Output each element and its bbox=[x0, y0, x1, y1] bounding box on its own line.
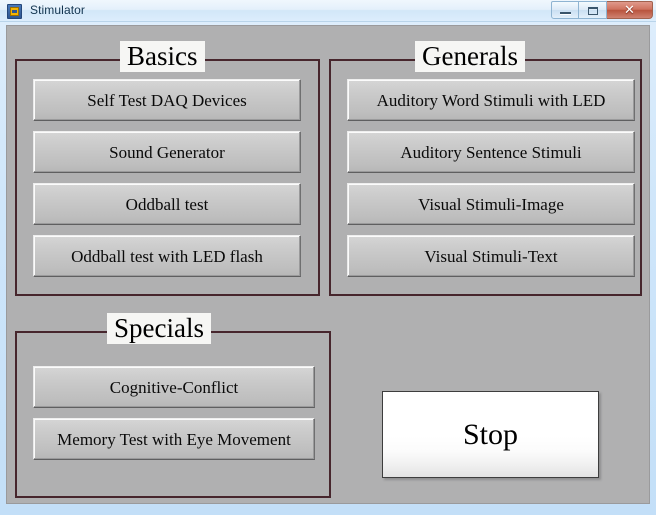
button-label: Memory Test with Eye Movement bbox=[57, 430, 291, 449]
button-oddball-test[interactable]: Oddball test bbox=[33, 183, 301, 225]
button-auditory-sentence-stimuli[interactable]: Auditory Sentence Stimuli bbox=[347, 131, 635, 173]
button-label: Self Test DAQ Devices bbox=[87, 91, 247, 110]
close-icon: ✕ bbox=[624, 2, 635, 17]
button-visual-stimuli-text[interactable]: Visual Stimuli-Text bbox=[347, 235, 635, 277]
button-auditory-word-stimuli-with-led[interactable]: Auditory Word Stimuli with LED bbox=[347, 79, 635, 121]
button-sound-generator[interactable]: Sound Generator bbox=[33, 131, 301, 173]
button-visual-stimuli-image[interactable]: Visual Stimuli-Image bbox=[347, 183, 635, 225]
button-label: Oddball test with LED flash bbox=[71, 247, 263, 266]
front-panel: Basics Self Test DAQ Devices Sound Gener… bbox=[6, 25, 650, 504]
button-label: Auditory Word Stimuli with LED bbox=[376, 91, 606, 110]
window-title: Stimulator bbox=[30, 3, 86, 17]
stop-button[interactable]: Stop bbox=[382, 391, 599, 478]
button-oddball-test-with-led-flash[interactable]: Oddball test with LED flash bbox=[33, 235, 301, 277]
group-title-generals: Generals bbox=[415, 41, 525, 72]
button-cognitive-conflict[interactable]: Cognitive-Conflict bbox=[33, 366, 315, 408]
minimize-icon bbox=[560, 12, 571, 14]
button-memory-test-with-eye-movement[interactable]: Memory Test with Eye Movement bbox=[33, 418, 315, 460]
maximize-icon bbox=[588, 7, 598, 15]
button-label: Sound Generator bbox=[109, 143, 225, 162]
button-label: Oddball test bbox=[125, 195, 209, 214]
minimize-button[interactable] bbox=[551, 1, 579, 19]
button-label: Visual Stimuli-Image bbox=[418, 195, 564, 214]
app-icon-glyph bbox=[10, 7, 19, 16]
maximize-button[interactable] bbox=[579, 1, 607, 19]
button-label: Auditory Sentence Stimuli bbox=[400, 143, 582, 162]
close-button[interactable]: ✕ bbox=[607, 1, 653, 19]
button-label: Cognitive-Conflict bbox=[109, 378, 239, 397]
group-box-specials bbox=[15, 331, 331, 498]
labview-app-icon bbox=[7, 4, 22, 19]
group-title-specials: Specials bbox=[107, 313, 211, 344]
button-label: Visual Stimuli-Text bbox=[424, 247, 558, 266]
window-controls: ✕ bbox=[551, 1, 653, 21]
group-title-basics: Basics bbox=[120, 41, 205, 72]
title-bar: Stimulator ✕ bbox=[0, 0, 656, 22]
button-self-test-daq-devices[interactable]: Self Test DAQ Devices bbox=[33, 79, 301, 121]
application-window: Stimulator ✕ Basics Self Test DAQ Device… bbox=[0, 0, 656, 515]
